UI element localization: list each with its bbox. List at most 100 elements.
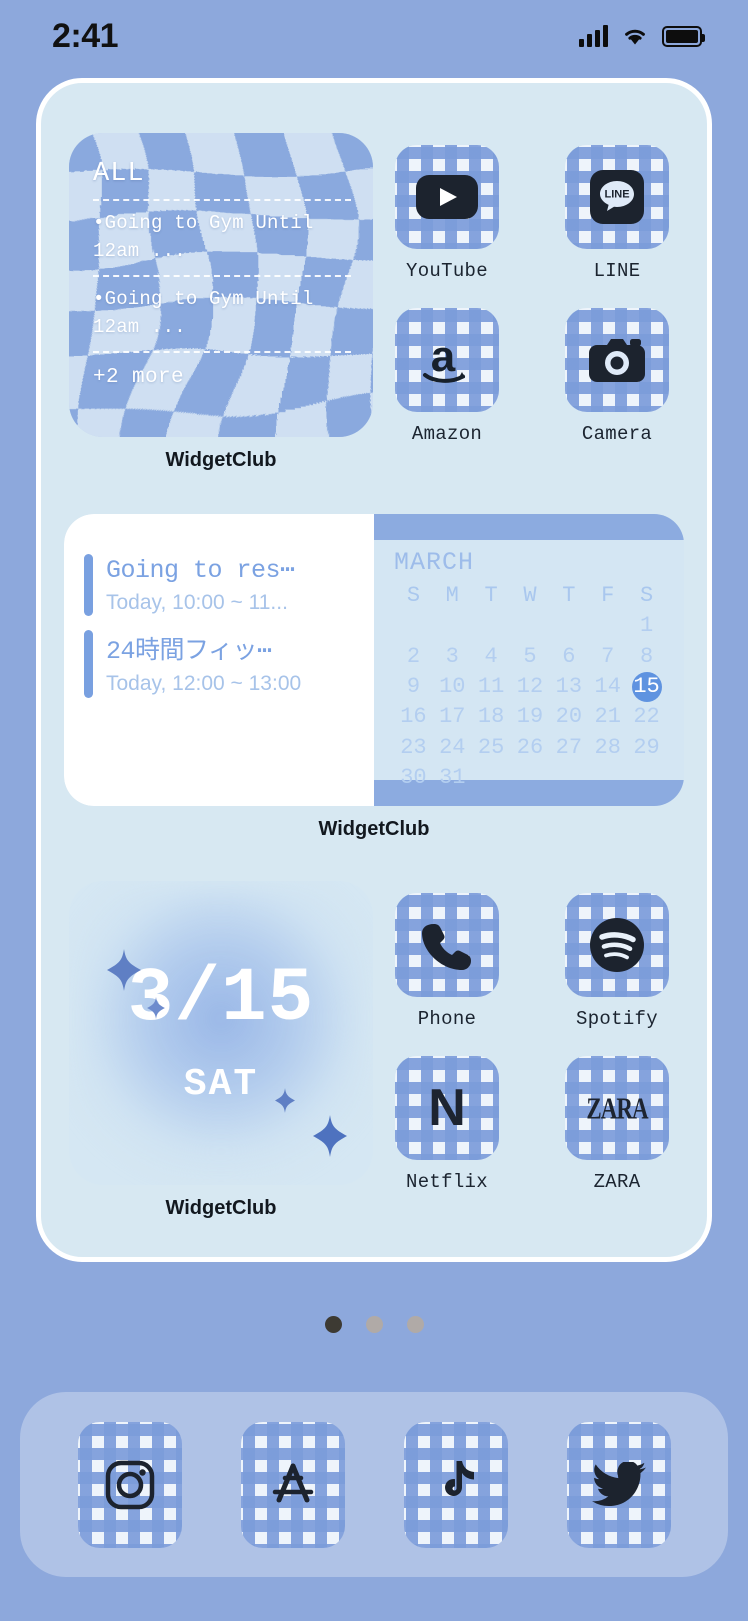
page-dot[interactable] [365, 1316, 383, 1333]
app-icon[interactable] [395, 145, 499, 249]
event-time: Today, 12:00 ~ 13:00 [106, 672, 302, 696]
netflix-icon: N [428, 1079, 466, 1137]
todo-widget-card[interactable]: ALL •Going to Gym Until 12am ... •Going … [69, 133, 373, 437]
calendar-day[interactable]: 12 [511, 672, 550, 702]
app-icon[interactable]: N [395, 1056, 499, 1160]
app-label: Camera [581, 423, 653, 445]
calendar-day[interactable]: 3 [433, 642, 472, 672]
app-netflix[interactable]: N Netflix [395, 1056, 499, 1193]
calendar-blank [394, 611, 433, 641]
calendar-blank [549, 611, 588, 641]
calendar-day[interactable]: 24 [433, 733, 472, 763]
calendar-day[interactable]: 17 [433, 702, 472, 732]
calendar-day[interactable]: 8 [627, 642, 666, 672]
calendar-day[interactable]: 6 [549, 642, 588, 672]
calendar-day[interactable]: 26 [511, 733, 550, 763]
sparkle-icon [313, 1115, 347, 1157]
calendar-day[interactable]: 7 [588, 642, 627, 672]
calendar-day[interactable]: 19 [511, 702, 550, 732]
line-icon: LINE [590, 170, 644, 224]
calendar-day[interactable]: 20 [549, 702, 588, 732]
calendar-panel[interactable]: MARCH SMTWTFS 1 2 3 4 5 6 7 8 9 10 11 12 13 14 15 16 17 1… [374, 514, 684, 806]
status-indicators [579, 25, 705, 47]
event-row[interactable]: 24時間フィッ⋯ Today, 12:00 ~ 13:00 [84, 630, 356, 698]
page-indicator[interactable] [0, 1316, 748, 1333]
calendar-day[interactable]: 21 [588, 702, 627, 732]
widget-todo[interactable]: ALL •Going to Gym Until 12am ... •Going … [69, 133, 373, 472]
calendar-day[interactable]: 11 [472, 672, 511, 702]
calendar-blank [472, 611, 511, 641]
app-phone[interactable]: Phone [395, 893, 499, 1030]
calendar-weekday: W [523, 583, 537, 608]
calendar-day[interactable]: 25 [472, 733, 511, 763]
dock-app-tiktok[interactable] [403, 1421, 508, 1548]
calendar-blank [588, 611, 627, 641]
dock-app-app-store[interactable] [240, 1421, 345, 1548]
wifi-icon [625, 29, 645, 45]
calendar-day[interactable]: 2 [394, 642, 433, 672]
calendar-day[interactable]: 27 [549, 733, 588, 763]
divider [93, 199, 351, 201]
widget-events-calendar[interactable]: Going to res⋯ Today, 10:00 ~ 11... 24時間フ… [64, 514, 684, 806]
calendar-day[interactable]: 13 [549, 672, 588, 702]
calendar-day[interactable]: 31 [433, 763, 472, 793]
calendar-weekday: T [484, 583, 498, 608]
app-icon[interactable]: a [395, 308, 499, 412]
app-camera[interactable]: Camera [565, 308, 669, 445]
widget-date[interactable]: 3/15 SAT WidgetClub [69, 881, 373, 1220]
app-amazon[interactable]: a Amazon [395, 308, 499, 445]
calendar-day[interactable]: 5 [511, 642, 550, 672]
calendar-day[interactable]: 30 [394, 763, 433, 793]
events-panel[interactable]: Going to res⋯ Today, 10:00 ~ 11... 24時間フ… [64, 514, 374, 806]
twitter-icon [591, 1461, 646, 1506]
app-label: Netflix [406, 1171, 488, 1193]
calendar-day[interactable]: 10 [433, 672, 472, 702]
dock-app-twitter[interactable] [566, 1421, 671, 1548]
calendar-day[interactable]: 23 [394, 733, 433, 763]
app-youtube[interactable]: YouTube [395, 145, 499, 282]
dock [20, 1392, 728, 1577]
dock-app-instagram[interactable] [77, 1421, 182, 1548]
camera-icon [589, 339, 645, 382]
calendar-day[interactable]: 14 [588, 672, 627, 702]
calendar-day[interactable]: 4 [472, 642, 511, 672]
weekday-value: SAT [183, 1062, 259, 1106]
page-dot-active[interactable] [324, 1316, 342, 1333]
calendar-day[interactable]: 16 [394, 702, 433, 732]
app-icon[interactable]: LINE [565, 145, 669, 249]
divider [93, 275, 351, 278]
event-row[interactable]: Going to res⋯ Today, 10:00 ~ 11... [84, 554, 356, 617]
date-widget-card[interactable]: 3/15 SAT [69, 881, 373, 1185]
app-label: Amazon [411, 423, 483, 445]
app-icon[interactable] [565, 893, 669, 997]
calendar-day-today[interactable]: 15 [627, 672, 666, 702]
status-bar: 2:41 [0, 0, 748, 72]
calendar-weekday: S [406, 583, 421, 608]
phone-screen: ALL •Going to Gym Until 12am ... •Going … [36, 78, 712, 1262]
app-label: LINE [593, 260, 641, 282]
calendar-top-bar [374, 514, 684, 540]
app-zara[interactable]: ZARA ZARA [565, 1056, 669, 1193]
divider [93, 351, 351, 354]
event-time: Today, 10:00 ~ 11... [106, 591, 288, 614]
page-dot[interactable] [406, 1316, 424, 1333]
app-icon[interactable] [395, 893, 499, 997]
zara-icon: ZARA [586, 1091, 648, 1125]
calendar-day[interactable]: 9 [394, 672, 433, 702]
calendar-day[interactable]: 18 [472, 702, 511, 732]
calendar-day[interactable]: 29 [627, 733, 666, 763]
calendar-day[interactable]: 22 [627, 702, 666, 732]
todo-more-count: +2 more [93, 366, 185, 390]
calendar-day[interactable]: 28 [588, 733, 627, 763]
sparkle-icon [107, 949, 141, 991]
app-icon[interactable]: ZARA [565, 1056, 669, 1160]
calendar-day[interactable]: 1 [627, 611, 666, 641]
phone-icon [422, 924, 471, 970]
instagram-icon [105, 1460, 154, 1509]
app-spotify[interactable]: Spotify [565, 893, 669, 1030]
event-accent-bar [84, 630, 93, 698]
app-label: Phone [417, 1008, 477, 1030]
calendar-grid[interactable]: SMTWTFS 1 2 3 4 5 6 7 8 9 10 11 12 13 14 15 16 17 18 19 20 2… [394, 581, 666, 794]
app-line[interactable]: LINE LINE [565, 145, 669, 282]
app-icon[interactable] [565, 308, 669, 412]
